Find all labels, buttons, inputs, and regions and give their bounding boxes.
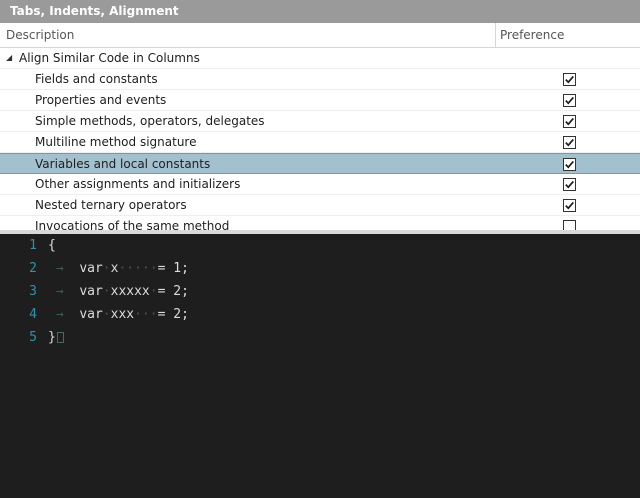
checkmark-icon [565,117,574,126]
space-whitespace-marker: · [102,261,111,276]
line-number: 1 [29,238,37,253]
option-row[interactable]: Simple methods, operators, delegates [0,111,640,132]
group-row-align-similar-code[interactable]: ◢ Align Similar Code in Columns [0,48,640,69]
option-label: Simple methods, operators, delegates [35,114,265,128]
column-header-preference[interactable]: Preference [500,23,564,48]
code-line[interactable]: 5} [0,326,640,349]
option-label: Multiline method signature [35,135,197,149]
group-label: Align Similar Code in Columns [19,51,200,65]
checkmark-icon [565,201,574,210]
preference-checkbox[interactable] [563,158,576,171]
code-line[interactable]: 2 → var·x·····= 1; [0,257,640,280]
option-row[interactable]: Fields and constants [0,69,640,90]
option-label: Other assignments and initializers [35,177,241,191]
checkmark-icon [565,96,574,105]
checkmark-icon [565,180,574,189]
code-text: → var·x·····= 1; [48,257,189,280]
option-label: Invocations of the same method [35,219,230,230]
collapse-triangle-icon[interactable]: ◢ [6,48,16,68]
column-header-description[interactable]: Description [6,23,74,48]
line-number: 4 [29,307,37,322]
keyword-token: var [79,284,103,299]
line-number: 3 [29,284,37,299]
preference-checkbox[interactable] [563,220,576,230]
line-number: 5 [29,330,37,345]
option-row[interactable]: Multiline method signature [0,132,640,153]
option-row[interactable]: Nested ternary operators [0,195,640,216]
preference-checkbox[interactable] [563,94,576,107]
option-label: Fields and constants [35,72,158,86]
code-token: { [48,238,56,253]
assignment-token: = 1; [157,261,189,276]
option-label: Nested ternary operators [35,198,187,212]
checkmark-icon [565,138,574,147]
tab-whitespace-marker: → [48,307,80,322]
code-line[interactable]: 3 → var·xxxxx·= 2; [0,280,640,303]
identifier-token: xxxxx [110,284,150,299]
assignment-token: = 2; [157,307,189,322]
code-line[interactable]: 1{ [0,234,640,257]
grid-rows: ◢ Align Similar Code in Columns Fields a… [0,48,640,230]
preference-checkbox[interactable] [563,136,576,149]
code-token: } [48,330,56,345]
assignment-token: = 2; [157,284,189,299]
code-text: → var·xxxxx·= 2; [48,280,189,303]
tab-whitespace-marker: → [48,261,80,276]
preference-checkbox[interactable] [563,115,576,128]
options-grid: Description Preference ◢ Align Similar C… [0,23,640,230]
panel-title: Tabs, Indents, Alignment [0,0,640,23]
preference-checkbox[interactable] [563,73,576,86]
alignment-whitespace-marker: · [149,284,158,299]
checkmark-icon [565,160,574,169]
code-line[interactable]: 4 → var·xxx···= 2; [0,303,640,326]
space-whitespace-marker: · [102,307,111,322]
option-label: Properties and events [35,93,167,107]
keyword-token: var [79,307,103,322]
preference-checkbox[interactable] [563,199,576,212]
code-text: → var·xxx···= 2; [48,303,189,326]
identifier-token: xxx [110,307,135,322]
alignment-whitespace-marker: ····· [118,261,158,276]
option-label: Variables and local constants [35,157,211,171]
space-whitespace-marker: · [102,284,111,299]
option-row[interactable]: Properties and events [0,90,640,111]
preference-checkbox[interactable] [563,178,576,191]
code-text: { [48,234,56,257]
alignment-whitespace-marker: ··· [134,307,158,322]
option-row[interactable]: Other assignments and initializers [0,174,640,195]
grid-header: Description Preference [0,23,640,48]
tab-whitespace-marker: → [48,284,80,299]
option-row[interactable]: Invocations of the same method [0,216,640,230]
option-row[interactable]: Variables and local constants [0,153,640,174]
code-preview-editor: 1{2 → var·x·····= 1; 3 → var·xxxxx·= 2; 4 … [0,234,640,498]
column-divider[interactable] [495,23,496,48]
checkmark-icon [565,75,574,84]
end-of-file-marker [56,332,64,343]
line-number: 2 [29,261,37,276]
code-text: } [48,326,64,349]
keyword-token: var [79,261,103,276]
